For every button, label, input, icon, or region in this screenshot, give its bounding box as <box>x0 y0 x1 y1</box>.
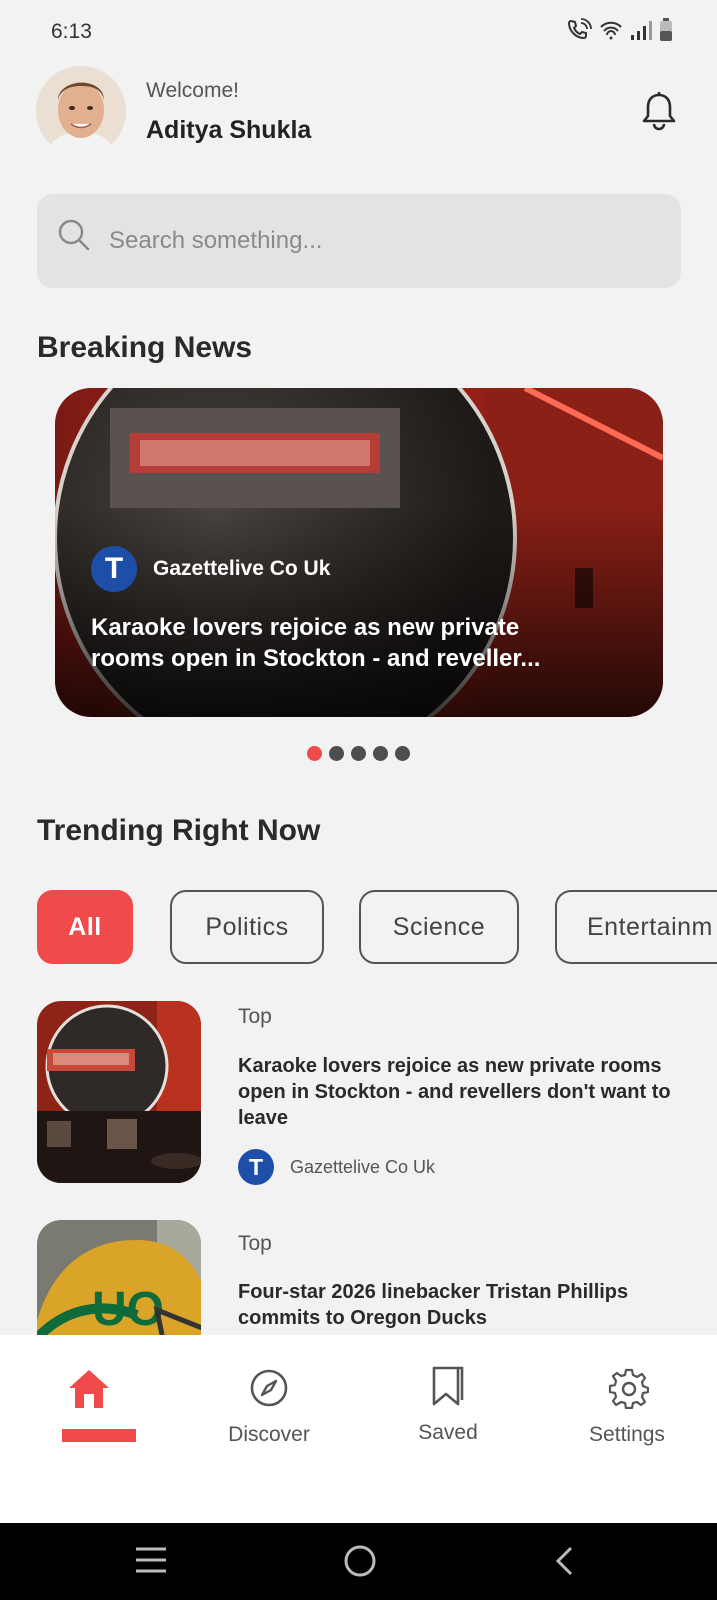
user-name: Aditya Shukla <box>146 116 312 144</box>
wifi-call-icon <box>567 18 592 40</box>
search-bar[interactable] <box>37 194 681 288</box>
home-button[interactable] <box>342 1543 378 1579</box>
source-name: Gazettelive Co Uk <box>290 1156 436 1177</box>
card-headline: Karaoke lovers rejoice as new private ro… <box>91 614 541 672</box>
notification-button[interactable] <box>638 90 680 132</box>
news-thumbnail <box>37 1001 201 1183</box>
wifi-icon <box>600 21 622 40</box>
news-category: Top <box>238 1005 272 1028</box>
battery-icon <box>660 18 672 41</box>
news-item[interactable]: Top Karaoke lovers rejoice as new privat… <box>37 1001 697 1191</box>
status-bar: 6:13 <box>0 0 717 66</box>
welcome-text: Welcome! <box>146 79 239 102</box>
svg-text:UO: UO <box>92 1283 164 1335</box>
carousel-dot[interactable] <box>329 746 344 761</box>
back-button[interactable] <box>553 1545 577 1577</box>
source-name: Gazettelive Co Uk <box>153 557 331 580</box>
nav-settings[interactable]: Settings <box>547 1335 707 1485</box>
compass-icon <box>250 1369 288 1407</box>
news-thumbnail: UO <box>37 1220 201 1335</box>
card-source: T Gazettelive Co Uk <box>91 546 330 592</box>
news-title: Karaoke lovers rejoice as new private ro… <box>238 1055 671 1129</box>
chip-science[interactable]: Science <box>359 890 519 964</box>
news-title: Four-star 2026 linebacker Tristan Philli… <box>238 1281 629 1329</box>
home-icon <box>69 1370 109 1408</box>
status-time: 6:13 <box>51 20 92 43</box>
signal-icon <box>631 21 652 40</box>
avatar[interactable] <box>36 66 126 156</box>
bookmark-icon <box>432 1366 464 1406</box>
source-logo: T <box>238 1149 274 1185</box>
bell-icon <box>642 92 676 131</box>
news-item[interactable]: UO Top Four-star 2026 linebacker Tristan… <box>37 1220 697 1335</box>
search-input[interactable] <box>109 218 649 264</box>
nav-label: Saved <box>418 1421 478 1444</box>
nav-discover[interactable]: Discover <box>189 1335 349 1485</box>
chip-all[interactable]: All <box>37 890 133 964</box>
category-chips: All Politics Science Entertainm <box>37 890 717 964</box>
nav-saved[interactable]: Saved <box>368 1335 528 1485</box>
news-category: Top <box>238 1232 272 1255</box>
breaking-news-title: Breaking News <box>37 331 253 364</box>
recent-apps-button[interactable] <box>134 1545 168 1575</box>
chip-politics[interactable]: Politics <box>170 890 324 964</box>
search-icon <box>58 219 90 251</box>
carousel-dots <box>307 746 410 761</box>
chip-entertainment[interactable]: Entertainm <box>555 890 717 964</box>
nav-active-indicator <box>62 1429 136 1442</box>
news-source: T Gazettelive Co Uk <box>238 1149 435 1185</box>
carousel-dot[interactable] <box>395 746 410 761</box>
carousel-dot[interactable] <box>307 746 322 761</box>
nav-label: Discover <box>228 1423 310 1446</box>
nav-home[interactable] <box>10 1335 170 1485</box>
carousel-dot[interactable] <box>351 746 366 761</box>
system-nav-bar <box>0 1523 717 1600</box>
bottom-nav: Discover Saved Settings <box>0 1335 717 1523</box>
source-logo: T <box>91 546 137 592</box>
breaking-news-card[interactable]: T Gazettelive Co Uk Karaoke lovers rejoi… <box>55 388 663 717</box>
carousel-dot[interactable] <box>373 746 388 761</box>
nav-label: Settings <box>589 1423 665 1446</box>
trending-title: Trending Right Now <box>37 814 321 847</box>
status-icons <box>567 18 673 42</box>
gear-icon <box>608 1368 649 1409</box>
